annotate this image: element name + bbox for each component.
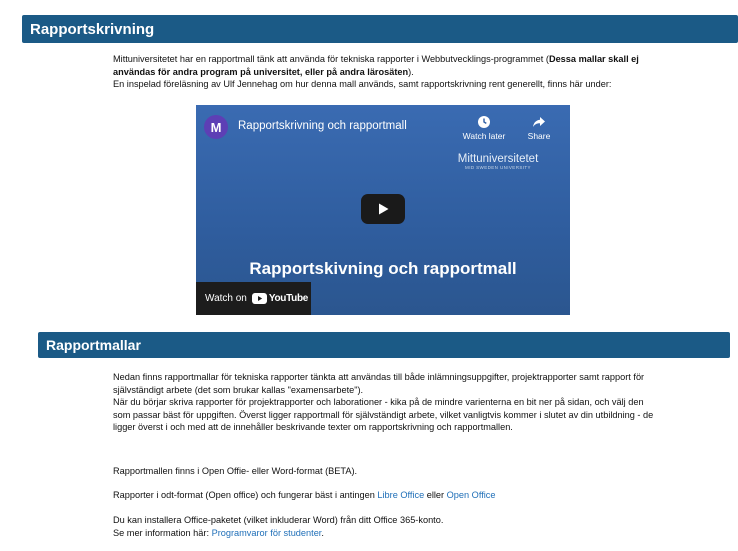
watch-on-label: Watch on [205,293,247,304]
intro-text: Mittuniversitetet har en rapportmall tän… [113,54,549,64]
programvaror-link[interactable]: Programvaror för studenter [212,528,322,538]
play-icon [379,203,389,215]
section-title: Rapportskrivning [30,20,155,38]
p4-text: Rapporter i odt-format (Open office) och… [113,490,378,500]
watch-later-label: Watch later [462,131,506,141]
libre-office-link[interactable]: Libre Office [377,490,424,500]
rapportmallar-paragraph-format: Rapportmallen finns i Open Offie- eller … [113,465,658,478]
brand-name: Mittuniversitetet [457,153,539,165]
share-button[interactable]: Share [524,115,554,141]
share-label: Share [527,131,551,141]
youtube-embed[interactable]: M Rapportskrivning och rapportmall Watch… [196,105,570,315]
intro-paragraph: Mittuniversitetet har en rapportmall tän… [113,53,643,91]
p5-text: Se mer information här: [113,527,212,538]
p1-text: Nedan finns rapportmallar för tekniska r… [113,372,645,395]
video-title[interactable]: Rapportskrivning och rapportmall [238,120,407,132]
p4-mid: eller [424,490,447,500]
youtube-play-icon [251,293,267,304]
watch-on-youtube-button[interactable]: Watch on YouTube [196,282,311,315]
section-header-rapportmallar: Rapportmallar [38,332,730,358]
open-office-link[interactable]: Open Office [447,490,496,500]
share-arrow-icon [533,117,545,127]
play-button[interactable] [361,194,405,224]
brand-subtitle: MID SWEDEN UNIVERSITY [465,165,531,170]
youtube-wordmark: YouTube [268,293,309,304]
youtube-logo: YouTube [251,293,309,304]
section-title: Rapportmallar [46,337,141,353]
p2-text: När du börjar skriva rapporter för proje… [113,397,654,432]
university-logo: Mittuniversitetet MID SWEDEN UNIVERSITY [448,153,548,170]
watch-later-button[interactable]: Watch later [462,115,506,141]
video-overlay-title: Rapportskivning och rapportmall [249,259,517,278]
p5-end: . [321,527,324,538]
clock-icon [478,116,490,128]
rapportmallar-paragraph-office: Du kan installera Office-paketet (vilket… [113,514,658,539]
rapportmallar-paragraph-odt: Rapporter i odt-format (Open office) och… [113,489,658,502]
intro-end: ). [408,66,414,77]
lecture-text: En inspelad föreläsning av Ulf Jennehag … [113,79,612,89]
p3-text: Rapportmallen finns i Open Offie- eller … [113,466,358,476]
p5-line1: Du kan installera Office-paketet (vilket… [113,515,444,525]
section-header-rapportskrivning: Rapportskrivning [22,15,738,43]
channel-avatar[interactable]: M [204,115,228,139]
rapportmallar-paragraph-1: Nedan finns rapportmallar för tekniska r… [113,371,658,434]
